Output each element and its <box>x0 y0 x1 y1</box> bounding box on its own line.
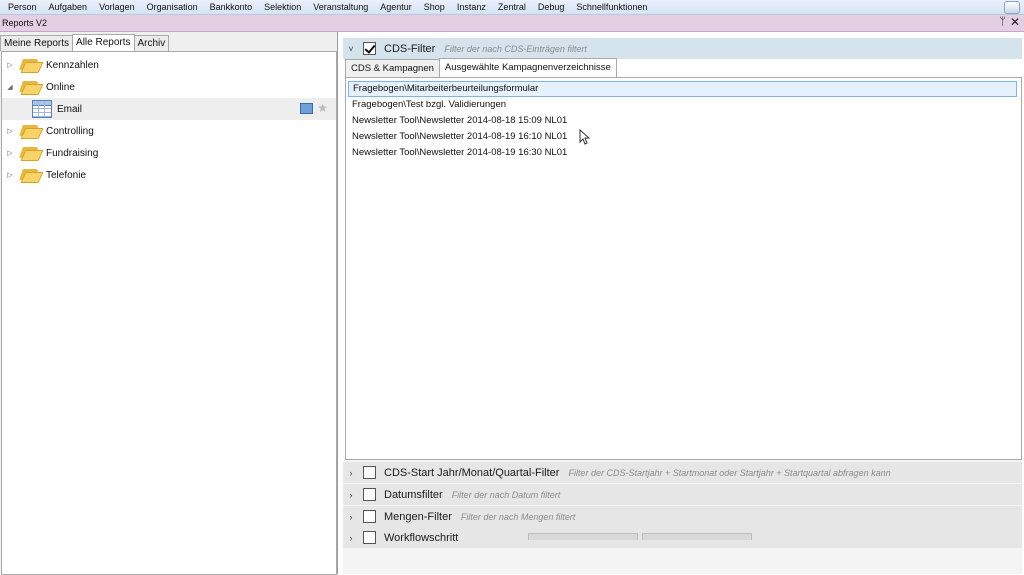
tree-node-label: Fundraising <box>46 147 99 159</box>
tree-node-telefonie[interactable]: ▷ Telefonie <box>2 164 336 186</box>
tree-node-email[interactable]: Email ★ <box>2 98 336 120</box>
filter-mengen-header[interactable]: › Mengen-Filter Filter der nach Mengen f… <box>343 506 1022 527</box>
cds-subtabs: CDS & Kampagnen Ausgewählte Kampagnenver… <box>345 58 617 78</box>
report-tree: ▷ Kennzahlen ◢ Online Email ★ ▷ Controll… <box>1 51 337 575</box>
filter-cds-start-checkbox[interactable] <box>363 466 376 479</box>
ribbon-toggle-button[interactable] <box>1004 1 1020 14</box>
filter-cds-start-header[interactable]: › CDS-Start Jahr/Monat/Quartal-Filter Fi… <box>343 462 1022 483</box>
menu-zentral[interactable]: Zentral <box>492 2 532 12</box>
tree-node-label: Kennzahlen <box>46 59 99 71</box>
footer-button[interactable] <box>528 533 638 540</box>
filter-description: Filter der nach Datum filtert <box>451 489 561 500</box>
menu-bar: Person Aufgaben Vorlagen Organisation Ba… <box>0 0 1024 15</box>
filter-description: Filter der CDS-Startjahr + Startmonat od… <box>568 467 891 478</box>
pin-icon[interactable]: ᛘ <box>999 16 1006 28</box>
menu-organisation[interactable]: Organisation <box>141 2 204 12</box>
filter-workflow-checkbox[interactable] <box>363 531 376 544</box>
tree-node-controlling[interactable]: ▷ Controlling <box>2 120 336 142</box>
open-report-icon[interactable] <box>300 103 314 114</box>
filter-title: Workflowschritt <box>384 531 459 544</box>
window-title: Reports V2 <box>2 18 48 28</box>
filter-title: Datumsfilter <box>384 488 443 501</box>
folder-icon <box>19 167 44 183</box>
list-item[interactable]: Newsletter Tool\Newsletter 2014-08-19 16… <box>348 129 1017 145</box>
menu-shop[interactable]: Shop <box>418 2 451 12</box>
menu-schnellfunktionen[interactable]: Schnellfunktionen <box>570 2 653 12</box>
collapse-arrow-icon[interactable]: ◢ <box>5 83 15 91</box>
menu-vorlagen[interactable]: Vorlagen <box>93 2 141 12</box>
menu-person[interactable]: Person <box>0 2 43 12</box>
folder-open-icon <box>19 79 44 95</box>
list-item[interactable]: Newsletter Tool\Newsletter 2014-08-18 15… <box>348 113 1017 129</box>
cds-filter-description: Filter der nach CDS-Einträgen filtert <box>444 43 587 54</box>
kampagnen-list[interactable]: Fragebogen\Mitarbeiterbeurteilungsformul… <box>345 77 1022 460</box>
filter-title: CDS-Start Jahr/Monat/Quartal-Filter <box>384 466 560 479</box>
reports-sidebar: Meine Reports Alle Reports Archiv ▷ Kenn… <box>0 32 338 575</box>
list-item[interactable]: Newsletter Tool\Newsletter 2014-08-19 16… <box>348 145 1017 161</box>
filter-datum-header[interactable]: › Datumsfilter Filter der nach Datum fil… <box>343 484 1022 505</box>
menu-instanz[interactable]: Instanz <box>451 2 492 12</box>
chevron-down-icon[interactable]: ˅ <box>347 44 355 54</box>
tree-node-kennzahlen[interactable]: ▷ Kennzahlen <box>2 54 336 76</box>
folder-icon <box>19 123 44 139</box>
menu-aufgaben[interactable]: Aufgaben <box>43 2 94 12</box>
cds-filter-header[interactable]: ˅ CDS-Filter Filter der nach CDS-Einträg… <box>343 38 1022 59</box>
tab-alle-reports[interactable]: Alle Reports <box>72 34 135 51</box>
tab-archiv[interactable]: Archiv <box>133 35 170 51</box>
row-actions: ★ <box>300 102 328 114</box>
expand-arrow-icon[interactable]: ▷ <box>5 171 15 179</box>
filter-title: Mengen-Filter <box>384 510 452 523</box>
menu-selektion[interactable]: Selektion <box>258 2 307 12</box>
reports-tabs: Meine Reports Alle Reports Archiv <box>0 34 170 51</box>
folder-icon <box>19 57 44 73</box>
window-titlebar: Reports V2 ᛘ ✕ <box>0 15 1024 32</box>
cds-filter-checkbox[interactable] <box>363 42 376 55</box>
favorite-star-icon[interactable]: ★ <box>317 102 328 114</box>
chevron-right-icon[interactable]: › <box>347 490 355 500</box>
tree-node-fundraising[interactable]: ▷ Fundraising <box>2 142 336 164</box>
menu-debug[interactable]: Debug <box>532 2 571 12</box>
filter-panel: ˅ CDS-Filter Filter der nach CDS-Einträg… <box>343 38 1022 574</box>
expand-arrow-icon[interactable]: ▷ <box>5 149 15 157</box>
tree-node-label: Controlling <box>46 125 94 137</box>
expand-arrow-icon[interactable]: ▷ <box>5 127 15 135</box>
collapsed-filters: › CDS-Start Jahr/Monat/Quartal-Filter Fi… <box>343 460 1022 574</box>
filter-mengen-checkbox[interactable] <box>363 510 376 523</box>
tree-node-label: Telefonie <box>46 169 87 181</box>
menu-agentur[interactable]: Agentur <box>374 2 418 12</box>
menu-veranstaltung[interactable]: Veranstaltung <box>307 2 374 12</box>
filter-datum-checkbox[interactable] <box>363 488 376 501</box>
list-item[interactable]: Fragebogen\Mitarbeiterbeurteilungsformul… <box>348 81 1017 97</box>
close-icon[interactable]: ✕ <box>1010 15 1020 29</box>
chevron-right-icon[interactable]: › <box>347 533 355 543</box>
tab-ausgewaehlte-kampagnenverzeichnisse[interactable]: Ausgewählte Kampagnenverzeichnisse <box>438 58 617 78</box>
chevron-right-icon[interactable]: › <box>347 468 355 478</box>
menu-bankkonto[interactable]: Bankkonto <box>204 2 259 12</box>
mouse-cursor-icon <box>579 129 590 145</box>
cds-filter-title: CDS-Filter <box>384 42 436 55</box>
report-grid-icon <box>32 100 52 118</box>
tree-node-label: Email <box>57 103 83 115</box>
chevron-right-icon[interactable]: › <box>347 512 355 522</box>
footer-button[interactable] <box>642 533 752 540</box>
folder-icon <box>19 145 44 161</box>
tab-meine-reports[interactable]: Meine Reports <box>0 35 74 51</box>
filter-description: Filter der nach Mengen filtert <box>460 511 576 522</box>
tree-node-online[interactable]: ◢ Online <box>2 76 336 98</box>
tab-cds-kampagnen[interactable]: CDS & Kampagnen <box>345 59 440 77</box>
expand-arrow-icon[interactable]: ▷ <box>5 61 15 69</box>
list-item[interactable]: Fragebogen\Test bzgl. Validierungen <box>348 97 1017 113</box>
tree-node-label: Online <box>46 81 75 93</box>
